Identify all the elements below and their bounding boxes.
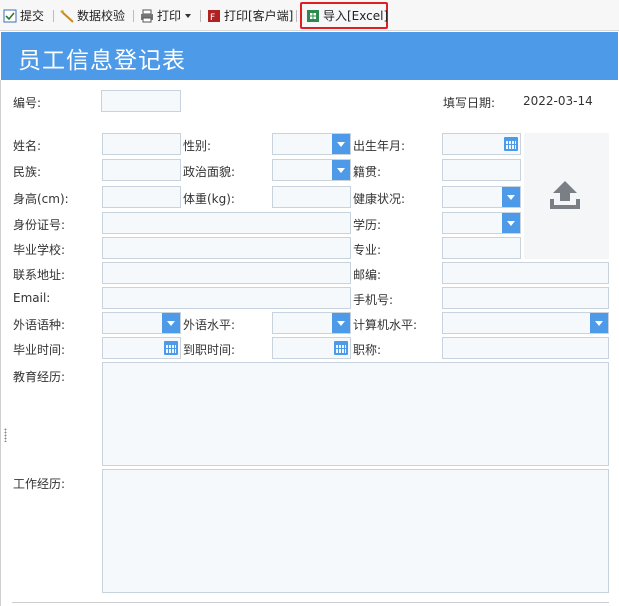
- employee-form-page: 提交 数据校验 打印 F 打印[客户端] 导入[Excel] 员工信息登记表 编…: [0, 0, 619, 606]
- entry-label: 到职时间:: [183, 343, 236, 357]
- submit-label: 提交: [20, 9, 45, 23]
- toolbar: 提交 数据校验 打印 F 打印[客户端] 导入[Excel]: [0, 0, 619, 31]
- gender-select[interactable]: [272, 133, 351, 155]
- gender-label: 性别:: [183, 139, 212, 153]
- native-label: 籍贯:: [353, 165, 382, 179]
- education-select[interactable]: [442, 212, 521, 234]
- chevron-down-icon[interactable]: [332, 160, 350, 180]
- school-label: 毕业学校:: [13, 243, 66, 257]
- health-select[interactable]: [442, 186, 521, 208]
- toolbar-divider: [133, 10, 134, 22]
- edu-history-label: 教育经历:: [13, 370, 66, 384]
- height-input[interactable]: [102, 186, 181, 208]
- toolbar-divider: [296, 10, 297, 22]
- computer-level-select[interactable]: [442, 312, 609, 334]
- print-client-button[interactable]: F 打印[客户端]: [207, 5, 293, 26]
- name-label: 姓名:: [13, 139, 42, 153]
- validate-button[interactable]: 数据校验: [60, 5, 125, 26]
- postcode-label: 邮编:: [353, 268, 382, 282]
- chevron-down-icon[interactable]: [502, 187, 520, 207]
- validate-label: 数据校验: [77, 9, 126, 23]
- excel-icon: [306, 9, 320, 23]
- weight-input[interactable]: [272, 186, 351, 208]
- chevron-down-icon[interactable]: [162, 313, 180, 333]
- birth-date-input[interactable]: [442, 133, 521, 155]
- job-title-input[interactable]: [442, 337, 609, 359]
- calendar-icon[interactable]: [334, 341, 348, 355]
- left-border: [0, 80, 1, 606]
- health-label: 健康状况:: [353, 192, 406, 206]
- number-input[interactable]: [101, 90, 181, 112]
- email-label: Email:: [13, 291, 51, 305]
- chevron-down-icon[interactable]: [185, 13, 192, 18]
- toolbar-divider: [200, 10, 201, 22]
- id-input[interactable]: [102, 212, 351, 234]
- bottom-divider: [12, 602, 609, 603]
- education-label: 学历:: [353, 218, 382, 232]
- form-header: 员工信息登记表: [1, 32, 618, 80]
- major-input[interactable]: [442, 237, 521, 259]
- email-input[interactable]: [102, 287, 351, 309]
- id-label: 身份证号:: [13, 218, 66, 232]
- graduation-date-input[interactable]: [102, 337, 181, 359]
- printer-icon: [140, 9, 154, 23]
- political-label: 政治面貌:: [183, 165, 236, 179]
- import-excel-button[interactable]: 导入[Excel]: [306, 5, 388, 26]
- native-input[interactable]: [442, 159, 521, 181]
- height-label: 身高(cm):: [13, 192, 69, 206]
- print-client-label: 打印[客户端]: [224, 9, 294, 23]
- import-excel-label: 导入[Excel]: [323, 9, 389, 23]
- mobile-label: 手机号:: [353, 293, 394, 307]
- calendar-icon[interactable]: [164, 341, 178, 355]
- language-label: 外语语种:: [13, 318, 66, 332]
- fill-date-value: 2022-03-14: [523, 94, 593, 108]
- fill-date-label: 填写日期:: [443, 96, 496, 110]
- chevron-down-icon[interactable]: [332, 134, 350, 154]
- ethnicity-input[interactable]: [102, 159, 181, 181]
- graduation-label: 毕业时间:: [13, 343, 66, 357]
- postcode-input[interactable]: [442, 262, 609, 284]
- chevron-down-icon[interactable]: [502, 213, 520, 233]
- chevron-down-icon[interactable]: [332, 313, 350, 333]
- toolbar-divider: [53, 10, 54, 22]
- weight-label: 体重(kg):: [183, 192, 235, 206]
- language-level-label: 外语水平:: [183, 318, 236, 332]
- ethnicity-label: 民族:: [13, 165, 42, 179]
- print-label: 打印: [157, 9, 182, 23]
- calendar-icon[interactable]: [504, 137, 518, 151]
- svg-text:F: F: [210, 13, 215, 23]
- number-label: 编号:: [13, 96, 42, 110]
- submit-icon: [3, 9, 17, 23]
- language-level-select[interactable]: [272, 312, 351, 334]
- edu-history-textarea[interactable]: [102, 362, 609, 466]
- school-input[interactable]: [102, 237, 351, 259]
- language-select[interactable]: [102, 312, 181, 334]
- page-title: 员工信息登记表: [18, 48, 186, 74]
- name-input[interactable]: [102, 133, 181, 155]
- upload-icon[interactable]: [549, 179, 581, 211]
- work-history-label: 工作经历:: [13, 477, 66, 491]
- political-select[interactable]: [272, 159, 351, 181]
- job-title-label: 职称:: [353, 343, 382, 357]
- work-history-textarea[interactable]: [102, 469, 609, 593]
- mobile-input[interactable]: [442, 287, 609, 309]
- chevron-down-icon[interactable]: [590, 313, 608, 333]
- pdf-print-icon: F: [207, 9, 221, 23]
- entry-date-input[interactable]: [272, 337, 351, 359]
- address-label: 联系地址:: [13, 268, 66, 282]
- print-button[interactable]: 打印: [140, 5, 192, 26]
- major-label: 专业:: [353, 243, 382, 257]
- address-input[interactable]: [102, 262, 351, 284]
- birth-label: 出生年月:: [353, 139, 406, 153]
- submit-button[interactable]: 提交: [3, 5, 44, 26]
- photo-upload-area[interactable]: [524, 133, 609, 259]
- computer-level-label: 计算机水平:: [353, 318, 418, 332]
- resize-grip-icon[interactable]: [4, 428, 7, 442]
- wand-icon: [60, 9, 74, 23]
